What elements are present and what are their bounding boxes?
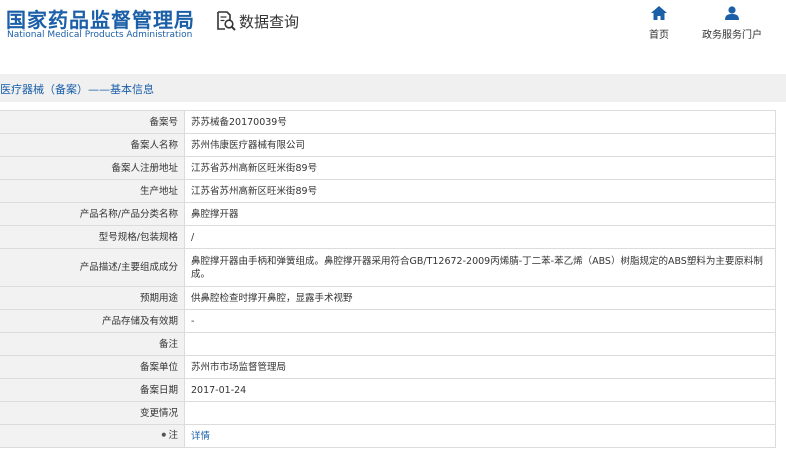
site-header: 国家药品监督管理局 National Medical Products Admi… (0, 0, 786, 60)
table-row: 产品描述/主要组成成分 鼻腔撑开器由手柄和弹簧组成。鼻腔撑开器采用符合GB/T1… (0, 248, 776, 287)
row-label: 备案单位 (0, 355, 185, 379)
row-value: 苏州伟康医疗器械有限公司 (184, 133, 776, 157)
breadcrumb: 医疗器械（备案）——基本信息 (0, 83, 154, 96)
pin-icon: ⚫ (159, 431, 168, 441)
row-label: 变更情况 (0, 401, 185, 425)
data-query-link[interactable]: 数据查询 (216, 10, 299, 32)
nav-service-portal[interactable]: 政务服务门户 (702, 6, 762, 41)
row-value: 江苏省苏州高新区旺米街89号 (184, 156, 776, 180)
row-value: / (184, 225, 776, 249)
row-label: 备注 (0, 332, 185, 356)
document-search-icon (217, 11, 236, 31)
table-row: 备案人名称 苏州伟康医疗器械有限公司 (0, 133, 776, 157)
row-label: 预期用途 (0, 286, 185, 310)
row-value (184, 332, 776, 356)
row-value: 江苏省苏州高新区旺米街89号 (184, 179, 776, 203)
nav-home-label: 首页 (649, 30, 669, 41)
table-row: 备案号 苏苏械备20170039号 (0, 110, 776, 134)
detail-link[interactable]: 详情 (191, 431, 210, 442)
row-label: 型号规格/包装规格 (0, 225, 185, 249)
row-value: 供鼻腔检查时撑开鼻腔，显露手术视野 (184, 286, 776, 310)
breadcrumb-bar: 医疗器械（备案）——基本信息 (0, 74, 786, 102)
row-value: - (184, 309, 776, 333)
note-label-cell: ⚫注 (0, 424, 185, 448)
row-label: 备案人名称 (0, 133, 185, 157)
row-value: 2017-01-24 (184, 378, 776, 402)
row-label: 产品描述/主要组成成分 (0, 248, 185, 287)
row-value: 苏苏械备20170039号 (184, 110, 776, 134)
row-label: 备案日期 (0, 378, 185, 402)
row-value: 鼻腔撑开器 (184, 202, 776, 226)
table-row: 产品存储及有效期 - (0, 309, 776, 333)
table-row: 备案人注册地址 江苏省苏州高新区旺米街89号 (0, 156, 776, 180)
row-label: 注 (168, 430, 178, 441)
table-row: 备注 (0, 332, 776, 356)
row-label: 备案人注册地址 (0, 156, 185, 180)
user-icon (725, 6, 739, 20)
row-label: 产品存储及有效期 (0, 309, 185, 333)
row-label: 生产地址 (0, 179, 185, 203)
site-logo-title[interactable]: 国家药品监督管理局 (6, 4, 195, 33)
table-row: 备案单位 苏州市市场监督管理局 (0, 355, 776, 379)
row-value-cell: 详情 (184, 424, 776, 448)
row-label: 备案号 (0, 110, 185, 134)
table-row: ⚫注 详情 (0, 424, 776, 448)
home-icon (651, 6, 667, 20)
row-value: 鼻腔撑开器由手柄和弹簧组成。鼻腔撑开器采用符合GB/T12672-2009丙烯腈… (184, 248, 776, 287)
table-row: 备案日期 2017-01-24 (0, 378, 776, 402)
data-query-label: 数据查询 (239, 12, 300, 31)
nav-service-portal-label: 政务服务门户 (702, 30, 762, 41)
row-value: 苏州市市场监督管理局 (184, 355, 776, 379)
record-info-table: 备案号 苏苏械备20170039号 备案人名称 苏州伟康医疗器械有限公司 备案人… (0, 110, 776, 448)
table-row: 产品名称/产品分类名称 鼻腔撑开器 (0, 202, 776, 226)
row-value (184, 401, 776, 425)
table-row: 型号规格/包装规格 / (0, 225, 776, 249)
table-row: 预期用途 供鼻腔检查时撑开鼻腔，显露手术视野 (0, 286, 776, 310)
nav-home[interactable]: 首页 (649, 6, 669, 41)
site-logo-subtitle: National Medical Products Administration (7, 30, 193, 40)
table-row: 生产地址 江苏省苏州高新区旺米街89号 (0, 179, 776, 203)
row-label: 产品名称/产品分类名称 (0, 202, 185, 226)
table-row: 变更情况 (0, 401, 776, 425)
